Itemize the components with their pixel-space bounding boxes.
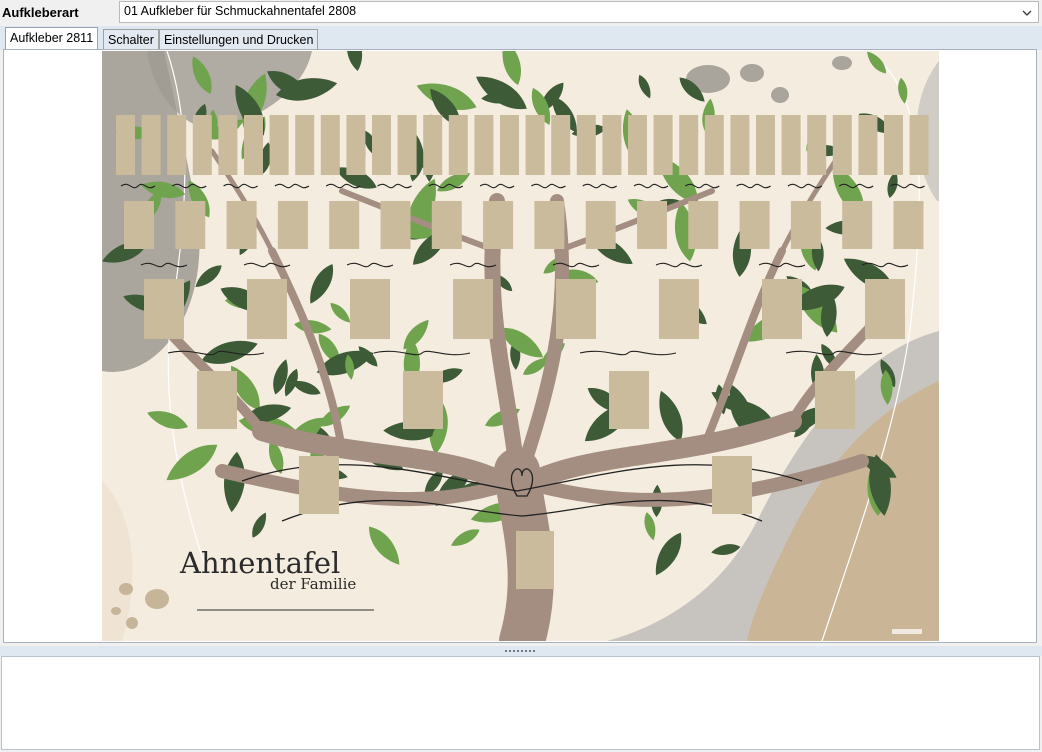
ancestor-frame-gen5 [329, 201, 360, 249]
ancestor-frame-gen6 [628, 115, 647, 175]
ancestor-frame-gen6 [372, 115, 391, 175]
ancestor-frame-gen3 [197, 371, 237, 429]
ancestor-frame-gen5 [431, 201, 462, 249]
panel-splitter[interactable] [0, 646, 1042, 656]
ancestor-frame-gen6 [832, 115, 852, 175]
ancestor-frame-gen6 [295, 115, 315, 175]
ancestor-frame-gen5 [893, 201, 924, 249]
ancestor-frame-gen6 [679, 115, 699, 175]
grip-icon [505, 650, 537, 652]
ancestor-frame-gen6 [704, 115, 724, 175]
ancestor-frame-gen1 [516, 531, 554, 589]
ancestor-frame-gen3 [815, 371, 855, 429]
ancestor-frame-gen6 [192, 115, 212, 175]
ancestor-frame-gen5 [534, 201, 565, 249]
ancestor-frame-gen6 [500, 115, 519, 175]
sticker-preview-panel: Ahnentafel der Familie [3, 49, 1037, 643]
ancestor-frame-gen3 [403, 371, 443, 429]
sticker-type-label: Aufkleberart [2, 5, 79, 20]
ancestor-frame-gen4 [556, 279, 596, 339]
ancestor-frame-gen5 [226, 201, 257, 249]
ancestor-frame-gen4 [350, 279, 390, 339]
ancestor-frame-gen6 [756, 115, 775, 175]
ancestor-frame-gen5 [842, 201, 873, 249]
ancestor-frame-gen6 [141, 115, 161, 175]
ancestor-frame-gen2 [712, 456, 752, 514]
ancestor-frame-gen6 [653, 115, 673, 175]
ancestor-frame-gen5 [688, 201, 719, 249]
tab-schalter[interactable]: Schalter [103, 29, 159, 49]
ancestor-frame-gen5 [175, 201, 206, 249]
ancestor-frame-gen6 [858, 115, 878, 175]
ancestor-frame-gen6 [474, 115, 494, 175]
ancestor-frame-gen6 [167, 115, 187, 175]
ancestor-frame-gen6 [218, 115, 238, 175]
ancestor-frame-gen5 [637, 201, 667, 249]
ancestor-frame-gen6 [884, 115, 903, 175]
ancestor-frame-gen5 [790, 201, 821, 249]
ancestor-frame-gen6 [269, 115, 289, 175]
family-tree-image: Ahnentafel der Familie [102, 51, 939, 641]
ancestor-frame-gen4 [144, 279, 184, 339]
ancestor-frame-gen2 [299, 456, 339, 514]
sticker-subtitle: der Familie [270, 575, 356, 593]
ancestor-frame-gen6 [525, 115, 545, 175]
ancestor-frame-gen6 [346, 115, 366, 175]
ancestor-frame-gen6 [423, 115, 443, 175]
bottom-panel [1, 656, 1040, 750]
ancestor-frame-gen5 [124, 201, 154, 249]
ancestor-frame-gen5 [483, 201, 514, 249]
ancestor-frame-gen6 [320, 115, 340, 175]
ancestor-frame-gen6 [116, 115, 135, 175]
brand-logo-icon [892, 629, 922, 634]
ancestor-frame-gen6 [602, 115, 622, 175]
toolbar: Aufkleberart 01 Aufkleber für Schmuckahn… [0, 0, 1042, 26]
ancestor-frame-gen6 [909, 115, 929, 175]
sticker-type-select[interactable]: 01 Aufkleber für Schmuckahnentafel 2808 [119, 1, 1039, 23]
ancestor-frame-gen4 [865, 279, 905, 339]
ancestor-frame-gen4 [247, 279, 287, 339]
ancestor-frame-gen6 [448, 115, 468, 175]
ancestor-frame-gen4 [762, 279, 802, 339]
ancestor-frame-gen6 [397, 115, 417, 175]
ancestor-frame-gen3 [609, 371, 649, 429]
ancestor-frame-gen6 [807, 115, 827, 175]
ancestor-frame-gen6 [730, 115, 750, 175]
ancestor-frame-gen5 [380, 201, 411, 249]
tab-einstellungen-drucken[interactable]: Einstellungen und Drucken [159, 29, 319, 49]
ancestor-frame-gen5 [585, 201, 616, 249]
tab-aufkleber-2811[interactable]: Aufkleber 2811 [5, 27, 99, 50]
ancestor-frame-gen5 [277, 201, 308, 249]
ancestor-frame-gen5 [739, 201, 770, 249]
ancestor-frame-gen4 [659, 279, 699, 339]
sticker-type-value: 01 Aufkleber für Schmuckahnentafel 2808 [124, 4, 357, 18]
ancestor-frame-gen6 [781, 115, 801, 175]
ancestor-frame-gen6 [244, 115, 263, 175]
family-tree-sticker: Ahnentafel der Familie [102, 51, 939, 641]
ancestor-frame-gen6 [551, 115, 571, 175]
ancestor-frame-gen6 [576, 115, 596, 175]
tab-bar: Aufkleber 2811 Schalter Einstellungen un… [0, 26, 1042, 50]
ancestor-frame-gen4 [453, 279, 493, 339]
chevron-down-icon[interactable] [1022, 10, 1032, 17]
